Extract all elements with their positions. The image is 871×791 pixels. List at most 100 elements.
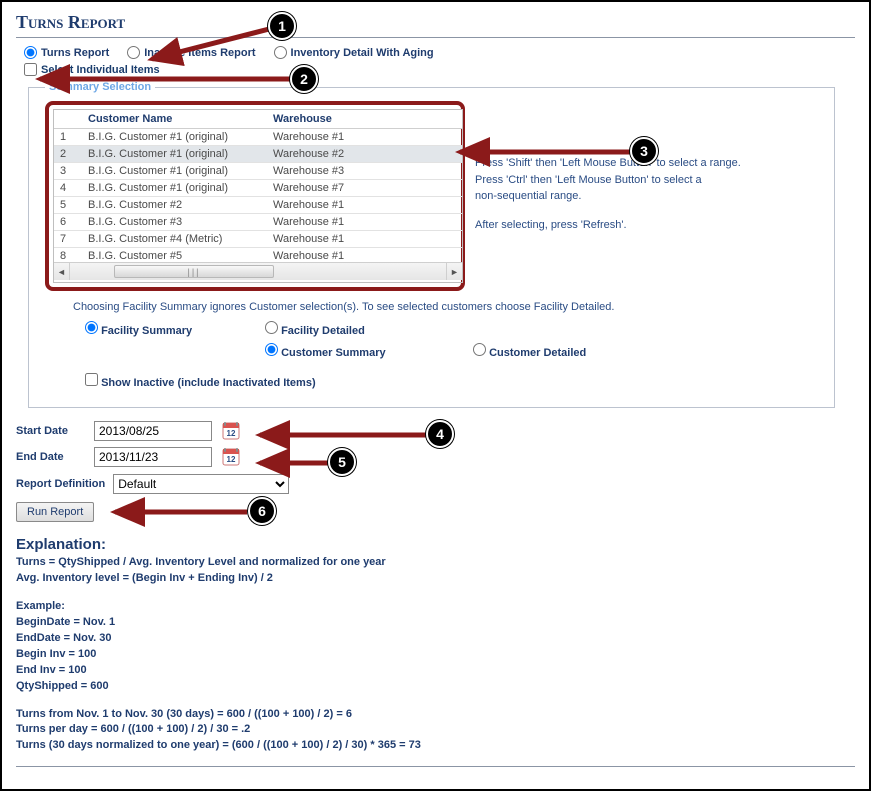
table-row[interactable]: 3B.I.G. Customer #1 (original)Warehouse … [54,163,462,180]
radio-inactive-items-label: Inactive Items Report [144,47,255,59]
row-warehouse: Warehouse #1 [267,129,462,146]
grid-header-customer[interactable]: Customer Name [82,110,267,129]
row-warehouse: Warehouse #1 [267,248,462,263]
expl-line: Avg. Inventory level = (Begin Inv + Endi… [16,571,855,587]
customer-grid-scroll[interactable]: Customer Name Warehouse 1B.I.G. Customer… [54,110,462,262]
hint-line-1: Press 'Shift' then 'Left Mouse Button' t… [475,155,741,172]
checkbox-show-inactive-input[interactable] [85,373,98,386]
radio-facility-summary-input[interactable] [85,321,98,334]
annotation-badge-6: 6 [248,497,276,525]
divider [16,37,855,38]
table-row[interactable]: 5B.I.G. Customer #2Warehouse #1 [54,197,462,214]
row-index: 5 [54,197,82,214]
radio-facility-summary[interactable]: Facility Summary [85,325,192,337]
radio-turns-report-input[interactable] [24,46,37,59]
hint-line-2: Press 'Ctrl' then 'Left Mouse Button' to… [475,172,741,189]
radio-customer-detailed-label: Customer Detailed [489,347,586,359]
run-report-button[interactable]: Run Report [16,502,94,522]
expl-line: QtyShipped = 600 [16,679,855,695]
table-row[interactable]: 2B.I.G. Customer #1 (original)Warehouse … [54,146,462,163]
radio-customer-summary[interactable]: Customer Summary [265,347,386,359]
expl-line: Example: [16,599,855,615]
checkbox-select-individual-items[interactable]: Select Individual Items [24,63,160,76]
expl-line: BeginDate = Nov. 1 [16,615,855,631]
row-warehouse: Warehouse #2 [267,146,462,163]
radio-inventory-aging-label: Inventory Detail With Aging [291,47,434,59]
table-row[interactable]: 4B.I.G. Customer #1 (original)Warehouse … [54,180,462,197]
table-row[interactable]: 1B.I.G. Customer #1 (original)Warehouse … [54,129,462,146]
expl-line: Turns (30 days normalized to one year) =… [16,738,855,754]
row-index: 7 [54,231,82,248]
row-warehouse: Warehouse #7 [267,180,462,197]
report-definition-select[interactable]: Default [113,474,289,494]
customer-grid[interactable]: Customer Name Warehouse 1B.I.G. Customer… [53,109,463,283]
checkbox-select-individual-items-label: Select Individual Items [41,64,160,76]
row-index: 6 [54,214,82,231]
report-definition-label: Report Definition [16,478,105,490]
row-index: 8 [54,248,82,263]
calendar-icon[interactable]: 12 [220,446,242,468]
row-customer: B.I.G. Customer #4 (Metric) [82,231,267,248]
radio-customer-summary-label: Customer Summary [281,347,386,359]
row-warehouse: Warehouse #1 [267,231,462,248]
grid-header-index[interactable] [54,110,82,129]
scroll-right-icon[interactable]: ► [446,263,462,280]
table-row[interactable]: 7B.I.G. Customer #4 (Metric)Warehouse #1 [54,231,462,248]
row-index: 3 [54,163,82,180]
radio-inactive-items[interactable]: Inactive Items Report [127,46,255,59]
table-row[interactable]: 6B.I.G. Customer #3Warehouse #1 [54,214,462,231]
start-date-input[interactable] [94,421,212,441]
divider [16,766,855,767]
checkbox-select-individual-items-input[interactable] [24,63,37,76]
row-customer: B.I.G. Customer #1 (original) [82,163,267,180]
svg-text:12: 12 [227,455,236,464]
radio-customer-summary-input[interactable] [265,343,278,356]
radio-inventory-aging-input[interactable] [274,46,287,59]
expl-line: Turns = QtyShipped / Avg. Inventory Leve… [16,555,855,571]
row-index: 1 [54,129,82,146]
radio-inactive-items-input[interactable] [127,46,140,59]
row-customer: B.I.G. Customer #1 (original) [82,129,267,146]
radio-facility-detailed[interactable]: Facility Detailed [265,325,365,337]
checkbox-show-inactive[interactable]: Show Inactive (include Inactivated Items… [85,377,316,389]
table-row[interactable]: 8B.I.G. Customer #5Warehouse #1 [54,248,462,263]
radio-inventory-aging[interactable]: Inventory Detail With Aging [274,46,434,59]
radio-customer-detailed[interactable]: Customer Detailed [473,347,586,359]
row-customer: B.I.G. Customer #3 [82,214,267,231]
report-type-row: Turns Report Inactive Items Report Inven… [16,46,855,59]
expl-line: End Inv = 100 [16,663,855,679]
row-warehouse: Warehouse #1 [267,214,462,231]
scroll-left-icon[interactable]: ◄ [54,263,70,280]
svg-text:12: 12 [227,429,236,438]
grid-horizontal-scrollbar[interactable]: ◄ ||| ► [54,262,462,280]
row-index: 2 [54,146,82,163]
summary-selection-fieldset: Summary Selection Customer Name Warehous… [28,81,835,408]
row-customer: B.I.G. Customer #5 [82,248,267,263]
hint-line-4: After selecting, press 'Refresh'. [475,217,741,234]
row-customer: B.I.G. Customer #1 (original) [82,180,267,197]
checkbox-show-inactive-label: Show Inactive (include Inactivated Items… [101,377,316,389]
radio-facility-summary-label: Facility Summary [101,325,192,337]
explanation-text: Turns = QtyShipped / Avg. Inventory Leve… [16,555,855,754]
expl-line: Turns per day = 600 / ((100 + 100) / 2) … [16,722,855,738]
expl-line: Begin Inv = 100 [16,647,855,663]
radio-turns-report-label: Turns Report [41,47,109,59]
grid-header-warehouse[interactable]: Warehouse [267,110,462,129]
row-index: 4 [54,180,82,197]
row-customer: B.I.G. Customer #1 (original) [82,146,267,163]
scroll-thumb[interactable]: ||| [114,265,274,278]
end-date-label: End Date [16,451,86,463]
row-warehouse: Warehouse #1 [267,197,462,214]
end-date-input[interactable] [94,447,212,467]
start-date-label: Start Date [16,425,86,437]
selection-hint-text: Press 'Shift' then 'Left Mouse Button' t… [475,101,741,233]
row-customer: B.I.G. Customer #2 [82,197,267,214]
expl-line: EndDate = Nov. 30 [16,631,855,647]
radio-customer-detailed-input[interactable] [473,343,486,356]
radio-facility-detailed-label: Facility Detailed [281,325,365,337]
radio-turns-report[interactable]: Turns Report [24,46,109,59]
expl-line: Turns from Nov. 1 to Nov. 30 (30 days) =… [16,707,855,723]
radio-facility-detailed-input[interactable] [265,321,278,334]
explanation-heading: Explanation: [16,536,855,553]
calendar-icon[interactable]: 12 [220,420,242,442]
